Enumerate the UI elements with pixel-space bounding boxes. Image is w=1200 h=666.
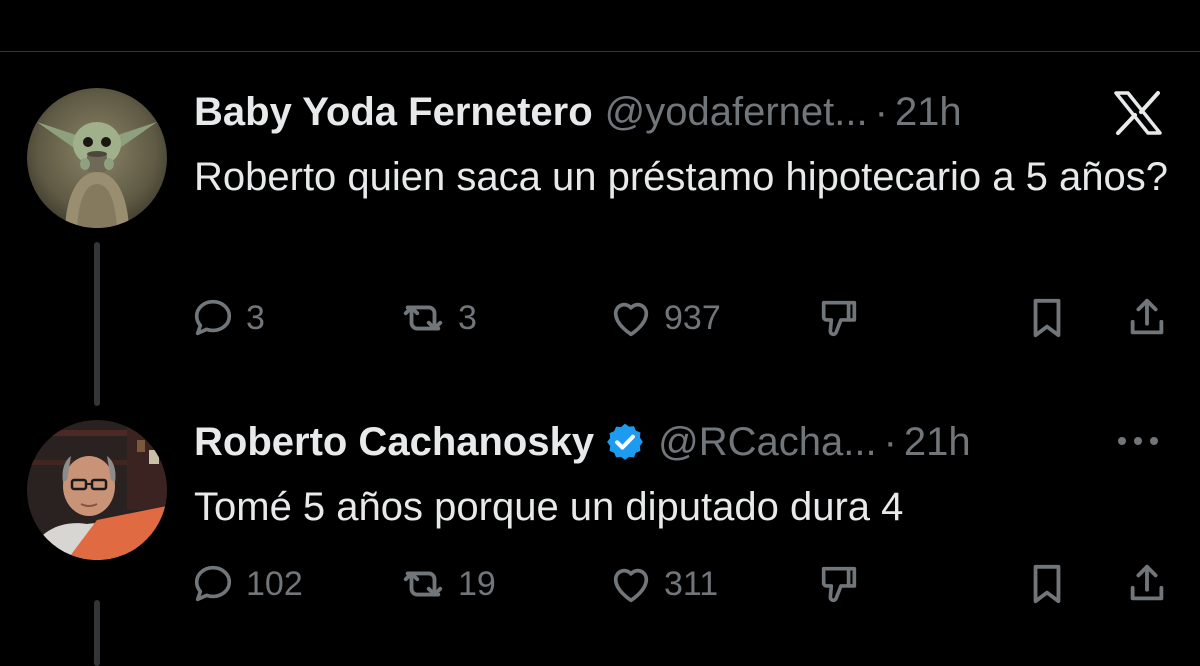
repost-count: 19	[458, 564, 496, 603]
bookmark-icon	[1033, 564, 1061, 604]
like-count: 311	[664, 564, 719, 603]
bookmark-button[interactable]	[1026, 290, 1068, 346]
more-options-button[interactable]	[1108, 418, 1168, 464]
user-handle[interactable]: @RCacha...	[658, 416, 876, 468]
repost-icon	[403, 571, 443, 597]
repost-button[interactable]: 19	[398, 556, 496, 612]
repost-icon	[403, 305, 443, 331]
like-button[interactable]: 311	[608, 556, 718, 612]
reply-icon	[194, 565, 232, 602]
thread-connector-line	[94, 242, 100, 406]
timestamp[interactable]: 21h	[904, 416, 971, 468]
reply-button[interactable]: 102	[190, 556, 303, 612]
bookmark-icon	[1033, 298, 1061, 338]
separator-dot: ·	[883, 420, 897, 464]
top-divider	[0, 51, 1200, 52]
reply-count: 102	[246, 564, 303, 603]
reply-icon	[194, 299, 232, 336]
tweet-actions: 3 3 937	[190, 290, 1180, 346]
roberto-avatar[interactable]	[27, 420, 167, 560]
x-logo-icon	[1108, 88, 1168, 138]
verified-badge-icon	[604, 421, 646, 463]
display-name[interactable]: Roberto Cachanosky	[194, 416, 594, 468]
heart-icon	[613, 302, 649, 337]
repost-count: 3	[458, 298, 477, 337]
bookmark-button[interactable]	[1026, 556, 1068, 612]
share-icon	[1130, 298, 1164, 335]
tweet-text: Tomé 5 años porque un diputado dura 4	[194, 485, 904, 529]
like-button[interactable]: 937	[608, 290, 721, 346]
user-handle[interactable]: @yodafernet...	[605, 86, 868, 138]
timestamp[interactable]: 21h	[895, 86, 962, 138]
tweet-header: Baby Yoda Fernetero @yodafernet... · 21h	[194, 86, 962, 138]
repost-button[interactable]: 3	[398, 290, 477, 346]
more-options-icon	[1118, 437, 1158, 445]
tweet-text: Roberto quien saca un préstamo hipotecar…	[194, 155, 1168, 199]
display-name[interactable]: Baby Yoda Fernetero	[194, 86, 593, 138]
dislike-button[interactable]	[816, 290, 862, 346]
share-button[interactable]	[1124, 556, 1170, 612]
baby-yoda-avatar[interactable]	[27, 88, 167, 228]
thumbs-down-icon	[821, 566, 857, 603]
reply-count: 3	[246, 298, 265, 337]
like-count: 937	[664, 298, 721, 337]
share-icon	[1130, 564, 1164, 601]
reply-button[interactable]: 3	[190, 290, 265, 346]
thread-connector-line-bottom	[94, 600, 100, 666]
tweet-header: Roberto Cachanosky @RCacha... · 21h	[194, 416, 971, 468]
separator-dot: ·	[874, 90, 888, 134]
share-button[interactable]	[1124, 290, 1170, 346]
heart-icon	[613, 568, 649, 603]
tweet-actions: 102 19 311	[190, 556, 1180, 612]
thumbs-down-icon	[821, 300, 857, 337]
dislike-button[interactable]	[816, 556, 862, 612]
